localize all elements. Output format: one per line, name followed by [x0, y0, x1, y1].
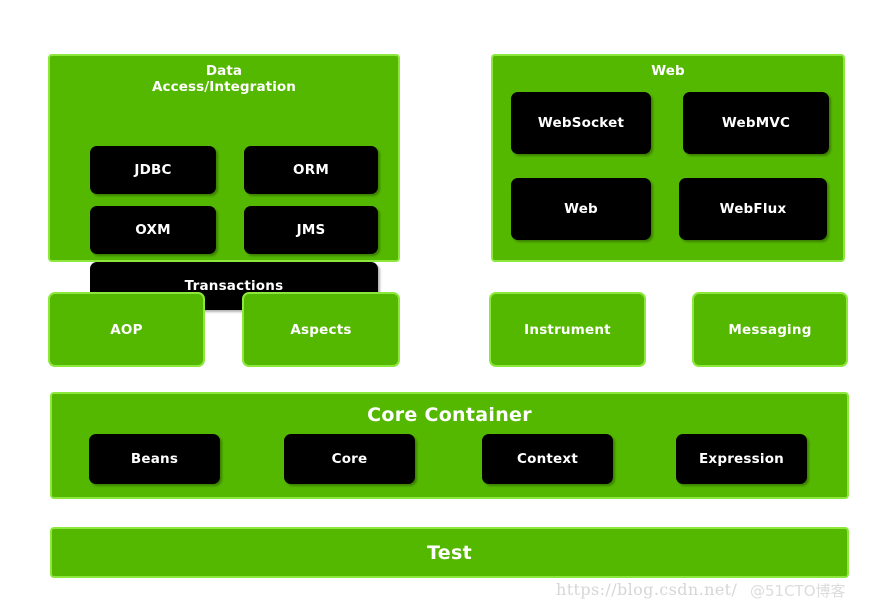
- module-webmvc[interactable]: WebMVC: [683, 92, 829, 154]
- module-aop-label: AOP: [110, 321, 143, 338]
- module-messaging[interactable]: Messaging: [692, 292, 848, 367]
- panel-core-container-title: Core Container: [367, 404, 532, 426]
- module-aspects-label: Aspects: [290, 321, 352, 338]
- panel-test[interactable]: Test: [50, 527, 849, 578]
- module-instrument-label: Instrument: [524, 321, 611, 338]
- module-expression[interactable]: Expression: [676, 434, 807, 484]
- module-oxm[interactable]: OXM: [90, 206, 216, 254]
- module-web[interactable]: Web: [511, 178, 651, 240]
- module-jms[interactable]: JMS: [244, 206, 378, 254]
- panel-core-container: Core Container Beans Core Context Expres…: [50, 392, 849, 499]
- module-core[interactable]: Core: [284, 434, 415, 484]
- panel-data-access-integration: Data Access/Integration JDBC ORM OXM JMS…: [48, 54, 400, 310]
- panel-data-access-title: Data Access/Integration: [151, 63, 297, 95]
- module-aspects[interactable]: Aspects: [242, 292, 400, 367]
- diagram-canvas: Data Access/Integration JDBC ORM OXM JMS…: [0, 0, 884, 612]
- module-aop[interactable]: AOP: [48, 292, 205, 367]
- panel-test-title: Test: [427, 541, 472, 564]
- module-messaging-label: Messaging: [728, 321, 812, 338]
- panel-web: Web WebSocket WebMVC Web WebFlux: [491, 54, 845, 262]
- module-jdbc[interactable]: JDBC: [90, 146, 216, 194]
- module-orm[interactable]: ORM: [244, 146, 378, 194]
- module-webflux[interactable]: WebFlux: [679, 178, 827, 240]
- watermark-brand: @51CTO博客: [750, 582, 846, 600]
- panel-web-title: Web: [651, 63, 685, 79]
- module-instrument[interactable]: Instrument: [489, 292, 646, 367]
- watermark-url: https://blog.csdn.net/: [556, 580, 738, 599]
- module-context[interactable]: Context: [482, 434, 613, 484]
- module-beans[interactable]: Beans: [89, 434, 220, 484]
- module-websocket[interactable]: WebSocket: [511, 92, 651, 154]
